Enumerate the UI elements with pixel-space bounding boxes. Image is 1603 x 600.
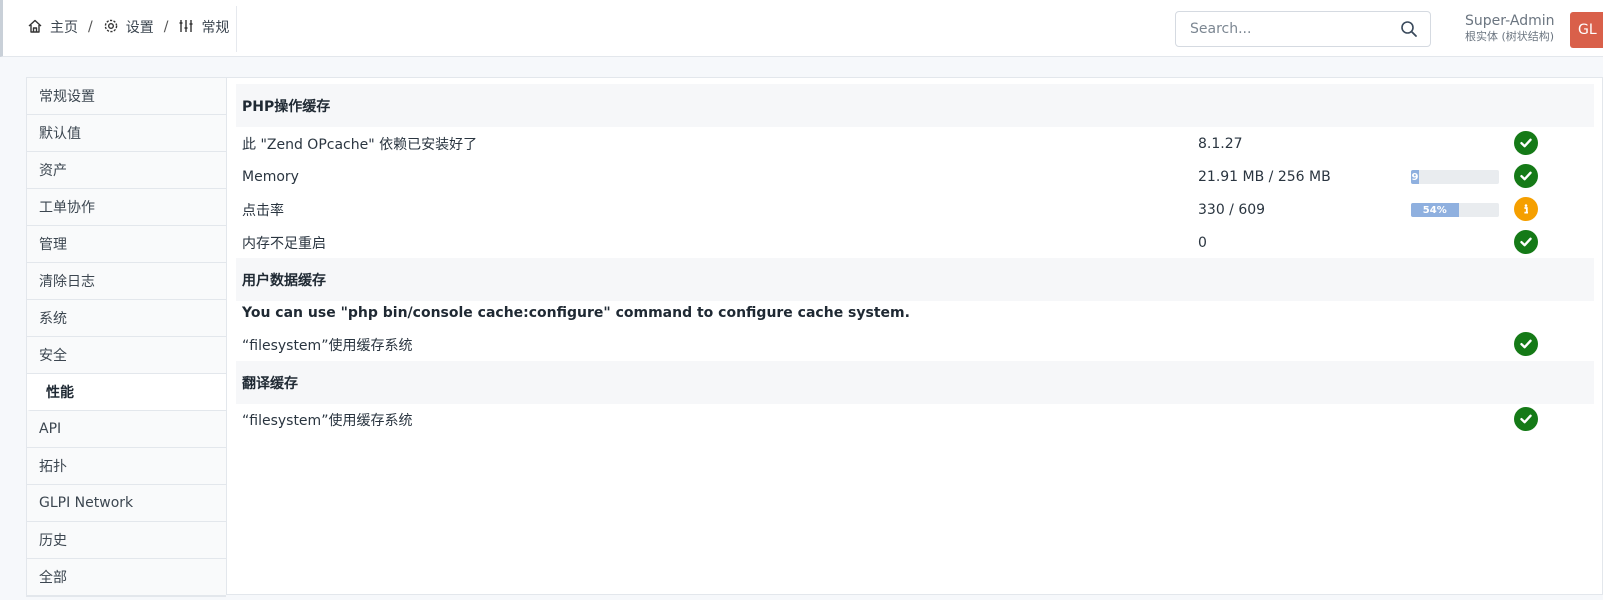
sidebar-item[interactable]: 常规设置 (27, 78, 226, 115)
row-label: “filesystem”使用缓存系统 (242, 337, 413, 354)
sidebar-item[interactable]: 管理 (27, 226, 226, 263)
breadcrumb-separator: / (163, 19, 169, 35)
sidebar-item[interactable]: 资产 (27, 152, 226, 189)
sidebar-item[interactable]: API (27, 411, 226, 448)
row-value: 330 / 609 (1198, 201, 1266, 218)
row-value: 21.91 MB / 256 MB (1198, 168, 1331, 185)
performance-panel: PHP操作缓存 此 "Zend OPcache" 依赖已安装好了 8.1.27 … (226, 77, 1603, 595)
search-input[interactable] (1188, 12, 1388, 46)
gear-icon (103, 18, 121, 36)
breadcrumb-home-label: 主页 (50, 20, 78, 36)
cache-config-note: You can use "php bin/console cache:confi… (242, 305, 910, 321)
divider (236, 6, 237, 52)
avatar[interactable]: GL (1570, 12, 1603, 48)
check-icon (1514, 230, 1538, 254)
row-label: 点击率 (242, 202, 284, 219)
section-title-opcache: PHP操作缓存 (236, 84, 1594, 127)
table-row: 点击率 330 / 609 54% (236, 193, 1594, 226)
breadcrumb-general-label: 常规 (201, 20, 230, 36)
check-icon (1514, 332, 1538, 356)
section-title-translation-cache: 翻译缓存 (236, 361, 1594, 404)
check-icon (1514, 164, 1538, 188)
breadcrumb-separator: / (88, 19, 93, 35)
breadcrumb-general[interactable]: 常规 (178, 17, 229, 37)
row-value: 0 (1198, 234, 1207, 251)
row-label: “filesystem”使用缓存系统 (242, 412, 413, 429)
user-entity: 根实体 (树状结构) (1465, 30, 1555, 43)
sidebar-item[interactable]: 清除日志 (27, 263, 226, 300)
user-name: Super-Admin (1465, 13, 1555, 29)
sidebar-item[interactable]: 安全 (27, 337, 226, 374)
hit-rate-progress-bar: 54% (1411, 203, 1499, 217)
settings-sidebar: 常规设置 默认值 资产 工单协作 管理 清除日志 系统 安全 性能 API 拓扑 GLPI Netwo… (26, 77, 226, 597)
breadcrumb: 主页 / 设置 / 常规 (27, 17, 229, 37)
sidebar-item[interactable]: 拓扑 (27, 448, 226, 485)
breadcrumb-settings-label: 设置 (125, 20, 154, 36)
section-title-user-cache: 用户数据缓存 (236, 258, 1594, 301)
check-icon (1514, 407, 1538, 431)
row-label: Memory (242, 168, 299, 185)
sidebar-item[interactable]: 默认值 (27, 115, 226, 152)
row-value: 8.1.27 (1198, 135, 1243, 152)
table-row: 此 "Zend OPcache" 依赖已安装好了 8.1.27 (236, 127, 1594, 160)
breadcrumb-home[interactable]: 主页 (27, 17, 78, 37)
sidebar-item[interactable]: 工单协作 (27, 189, 226, 226)
info-icon (1514, 197, 1538, 221)
search-icon[interactable] (1400, 20, 1418, 38)
progress-fill: 9 (1411, 170, 1419, 184)
progress-fill: 54% (1411, 203, 1459, 217)
search-box[interactable] (1175, 11, 1431, 47)
row-label: 此 "Zend OPcache" 依赖已安装好了 (242, 136, 478, 153)
top-bar: 主页 / 设置 / 常规 Super-Admin 根实体 (树状结构) GL (0, 0, 1603, 57)
sidebar-item[interactable]: 全部 (27, 559, 226, 596)
sliders-icon (178, 18, 196, 36)
home-icon (27, 18, 45, 36)
table-row: 内存不足重启 0 (236, 226, 1594, 259)
table-row: Memory 21.91 MB / 256 MB 9 (236, 160, 1594, 193)
check-icon (1514, 131, 1538, 155)
sidebar-item[interactable]: GLPI Network (27, 485, 226, 522)
breadcrumb-settings[interactable]: 设置 (103, 17, 154, 37)
sidebar-item[interactable]: 性能 (27, 374, 226, 411)
memory-progress-bar: 9 (1411, 170, 1499, 184)
sidebar-item[interactable]: 历史 (27, 522, 226, 559)
table-row: “filesystem”使用缓存系统 (236, 328, 1594, 361)
user-menu[interactable]: Super-Admin 根实体 (树状结构) (1465, 12, 1554, 44)
table-row: “filesystem”使用缓存系统 (236, 403, 1594, 436)
row-label: 内存不足重启 (242, 235, 326, 252)
sidebar-item[interactable]: 系统 (27, 300, 226, 337)
